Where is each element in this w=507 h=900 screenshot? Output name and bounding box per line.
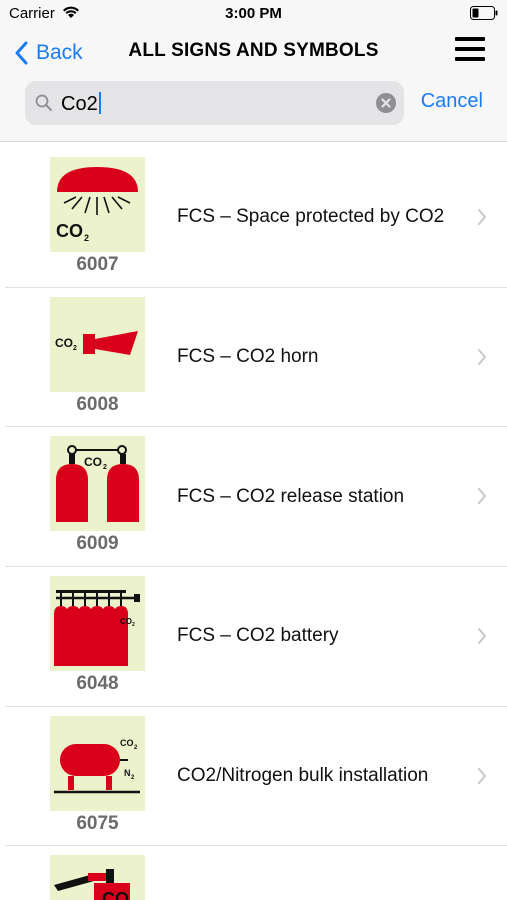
status-bar: Carrier 3:00 PM [0,0,507,28]
svg-text:2: 2 [103,464,107,471]
search-bar: Co2 Cancel [0,78,507,142]
results-list: CO 2 6007 FCS – Space protected by CO2 C… [0,148,507,900]
list-item[interactable]: CO 2 6048 FCS – CO2 battery [5,567,507,707]
clear-search-icon[interactable] [376,93,396,113]
svg-text:2: 2 [84,233,89,243]
sign-title: CO2/Nitrogen bulk installation [177,765,429,787]
sign-title: FCS – CO2 battery [177,625,339,647]
co2-horn-icon: CO 2 [50,296,145,392]
sign-code: 6007 [76,254,119,275]
co2-release-station-icon: CO 2 [50,436,145,532]
chevron-right-icon [478,209,486,225]
cancel-button[interactable]: Cancel [421,90,483,113]
chevron-right-icon [478,348,486,365]
status-time: 3:00 PM [225,5,282,22]
list-item[interactable]: CO 2 N 2 6075 CO2/Nitrogen bulk installa… [5,707,507,847]
svg-text:CO: CO [120,738,134,748]
space-protected-co2-icon: CO 2 [50,157,145,252]
chevron-right-icon [478,767,486,784]
list-item[interactable]: CO [5,846,507,900]
list-item[interactable]: CO 2 6008 FCS – CO2 horn [5,288,507,428]
svg-text:CO: CO [84,455,102,469]
search-input[interactable]: Co2 [25,81,404,125]
svg-text:2: 2 [73,345,77,352]
svg-text:CO: CO [55,336,73,350]
battery-icon [470,6,498,25]
sign-code: 6075 [76,812,119,834]
svg-text:N: N [124,768,131,778]
search-query: Co2 [61,93,98,115]
list-item[interactable]: CO 2 6009 FCS – CO2 release station [5,427,507,568]
sign-code: 6048 [76,673,119,695]
co2-nitrogen-bulk-icon: CO 2 N 2 [50,715,145,811]
svg-text:CO: CO [120,617,132,626]
chevron-right-icon [478,628,486,645]
sign-title: FCS – Space protected by CO2 [177,206,445,228]
co2-battery-icon: CO 2 [50,576,145,672]
navigation-bar: Back ALL SIGNS AND SYMBOLS [0,28,507,78]
co2-extinguisher-icon: CO [50,855,145,900]
page-title: ALL SIGNS AND SYMBOLS [128,40,379,61]
sign-title: FCS – CO2 horn [177,346,319,368]
text-cursor [98,92,101,114]
list-item[interactable]: CO 2 6007 FCS – Space protected by CO2 [5,148,507,288]
chevron-right-icon [478,488,486,505]
svg-text:CO: CO [102,889,129,900]
menu-button[interactable] [455,37,485,63]
menu-icon-bar [455,37,485,41]
sign-code: 6009 [76,533,119,555]
sign-title: FCS – CO2 release station [177,485,405,507]
svg-text:CO: CO [56,221,83,241]
sign-code: 6008 [76,393,119,415]
search-query-wrap: Co2 [61,92,101,116]
svg-text:2: 2 [132,622,135,628]
menu-icon-bar [455,47,485,51]
svg-text:2: 2 [134,745,138,751]
menu-icon-bar [455,57,485,61]
search-icon [35,94,52,111]
svg-text:2: 2 [131,775,135,781]
